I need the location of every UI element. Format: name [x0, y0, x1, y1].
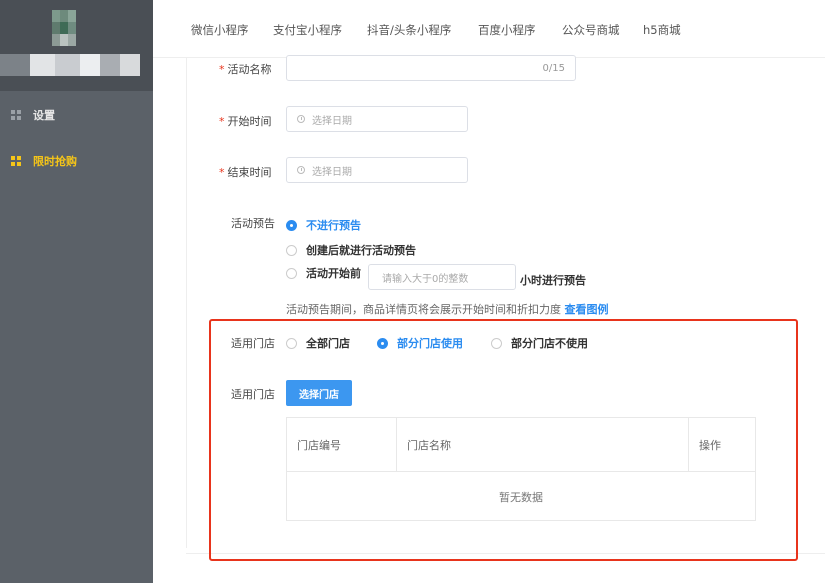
tab-alipay[interactable]: 支付宝小程序 [273, 22, 342, 38]
store-select-label: 适用门店 [231, 388, 275, 401]
radio-unchecked[interactable] [286, 337, 297, 349]
tab-douyin[interactable]: 抖音/头条小程序 [367, 22, 451, 38]
char-counter: 0/15 [542, 62, 565, 74]
tab-official-account[interactable]: 公众号商城 [562, 22, 620, 38]
start-time-picker[interactable]: 选择日期 [286, 106, 468, 132]
sidebar-item-label: 设置 [33, 109, 55, 122]
platform-tabs: 微信小程序 支付宝小程序 抖音/头条小程序 百度小程序 公众号商城 h5商城 [153, 0, 825, 58]
empty-state: 暂无数据 [499, 490, 543, 504]
preview-hours-placeholder: 请输入大于0的整数 [382, 273, 469, 285]
radio-checked[interactable] [377, 337, 388, 349]
preview-option-none[interactable]: 不进行预告 [286, 217, 361, 233]
tab-h5[interactable]: h5商城 [643, 22, 681, 38]
sidebar-header [0, 0, 153, 91]
tab-wechat[interactable]: 微信小程序 [191, 22, 249, 38]
column-header-store-name[interactable]: 门店名称 [397, 418, 689, 472]
store-option-all[interactable]: 全部门店 [286, 335, 350, 351]
clock-icon [297, 115, 305, 123]
preview-hours-suffix: 小时进行预告 [520, 274, 586, 287]
sidebar: 设置 限时抢购 [0, 0, 153, 583]
clock-icon [297, 166, 305, 174]
start-time-placeholder: 选择日期 [312, 115, 352, 127]
select-store-button[interactable]: 选择门店 [286, 380, 352, 406]
radio-checked[interactable] [286, 219, 297, 231]
store-option-partial-exclude[interactable]: 部分门店不使用 [491, 335, 588, 351]
column-header-store-id[interactable]: 门店编号 [287, 418, 397, 472]
store-option-partial-use[interactable]: 部分门店使用 [377, 335, 463, 351]
sidebar-item-label: 限时抢购 [33, 155, 77, 168]
preview-label: 活动预告 [231, 217, 275, 230]
activity-name-input[interactable]: 0/15 [286, 55, 576, 81]
store-table: 门店编号 门店名称 操作 暂无数据 [286, 417, 756, 521]
required-mark: * [219, 115, 225, 128]
end-time-placeholder: 选择日期 [312, 166, 352, 178]
column-header-actions: 操作 [699, 439, 721, 452]
required-mark: * [219, 63, 225, 76]
sidebar-item-flash-sale[interactable]: 限时抢购 [0, 148, 153, 174]
start-time-label: * 开始时间 [219, 115, 272, 128]
preview-hours-input[interactable]: 请输入大于0的整数 [368, 264, 516, 290]
preview-hint: 活动预告期间，商品详情页将会展示开始时间和折扣力度 查看图例 [286, 303, 609, 316]
radio-unchecked[interactable] [286, 244, 297, 256]
radio-unchecked[interactable] [491, 337, 502, 349]
avatar[interactable] [52, 10, 76, 46]
activity-name-label: * 活动名称 [219, 63, 272, 76]
end-time-picker[interactable]: 选择日期 [286, 157, 468, 183]
sidebar-item-settings[interactable]: 设置 [0, 102, 153, 128]
user-name [0, 54, 140, 76]
end-time-label: * 结束时间 [219, 166, 272, 179]
preview-option-before-start[interactable]: 活动开始前 [286, 265, 361, 281]
required-mark: * [219, 166, 225, 179]
grid-icon [11, 110, 21, 120]
radio-unchecked[interactable] [286, 267, 297, 279]
grid-icon [11, 156, 21, 166]
tab-baidu[interactable]: 百度小程序 [478, 22, 536, 38]
view-example-link[interactable]: 查看图例 [565, 303, 609, 316]
store-scope-label: 适用门店 [231, 337, 275, 350]
preview-option-immediate[interactable]: 创建后就进行活动预告 [286, 242, 416, 258]
